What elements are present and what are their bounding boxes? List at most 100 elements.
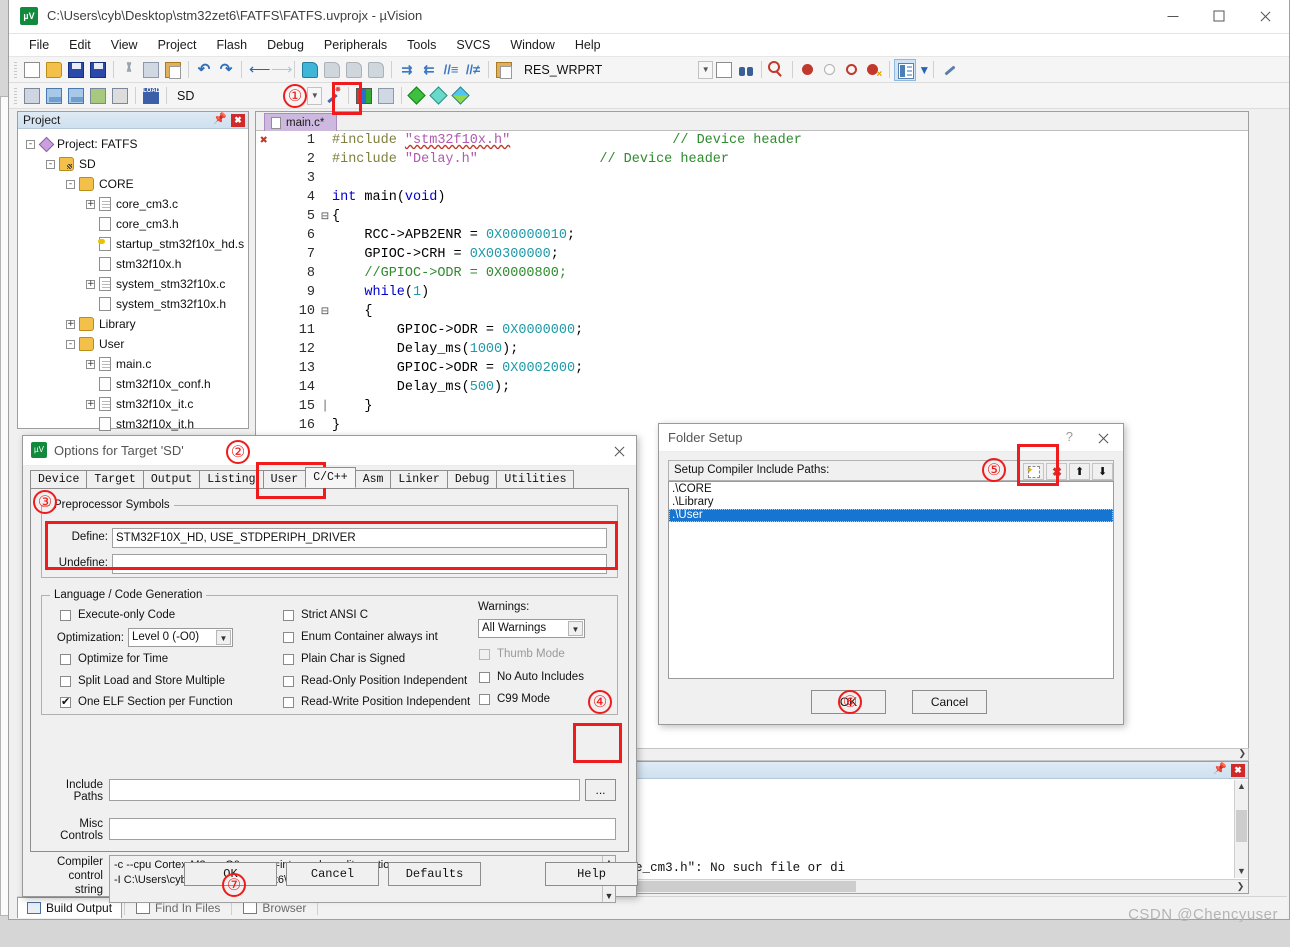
bookmark-next-icon[interactable] <box>343 59 365 81</box>
menu-debug[interactable]: Debug <box>257 36 314 54</box>
menu-svcs[interactable]: SVCS <box>446 36 500 54</box>
multi-project-icon[interactable] <box>375 85 397 107</box>
expand-icon[interactable]: + <box>86 279 95 289</box>
navigate-forward-icon[interactable]: ⟶ <box>268 59 293 81</box>
find-in-files-icon[interactable] <box>493 59 515 81</box>
close-icon[interactable]: ✖ <box>1231 764 1245 777</box>
tab-build-output[interactable]: Build Output <box>17 897 123 918</box>
collapse-icon[interactable]: - <box>66 179 75 189</box>
menu-flash[interactable]: Flash <box>206 36 257 54</box>
include-paths-list[interactable]: .\CORE .\Library .\User <box>668 481 1114 679</box>
folder-setup-cancel-button[interactable]: Cancel <box>912 690 987 714</box>
include-path-row[interactable]: .\CORE <box>669 483 1113 496</box>
scroll-down-arrow[interactable]: ▼ <box>1235 865 1248 878</box>
menu-file[interactable]: File <box>19 36 59 54</box>
include-paths-field[interactable] <box>109 779 580 801</box>
include-path-row[interactable]: .\Library <box>669 496 1113 509</box>
minimize-button[interactable] <box>1150 0 1196 32</box>
redo-icon[interactable]: ↷ <box>215 59 237 81</box>
new-file-icon[interactable] <box>21 59 43 81</box>
pack-installer-icon[interactable] <box>406 85 428 107</box>
checkbox-execute-only-code[interactable] <box>60 610 71 621</box>
breakpoint-icon[interactable] <box>797 59 819 81</box>
breakpoint-toggle-icon[interactable] <box>841 59 863 81</box>
target-selector-value[interactable]: SD <box>177 89 194 103</box>
fold-collapse-icon[interactable]: ⊟ <box>318 207 332 226</box>
tree-item-core-cm3-c[interactable]: + core_cm3.c <box>18 194 248 214</box>
options-help-button[interactable]: Help <box>545 862 638 886</box>
search-value[interactable]: RES_WRPRT <box>524 63 602 77</box>
include-paths-browse-button[interactable]: ... <box>585 779 616 801</box>
move-down-button[interactable]: ⬇ <box>1092 463 1113 480</box>
maximize-button[interactable] <box>1196 0 1242 32</box>
tree-item-sd[interactable]: - SD <box>18 154 248 174</box>
tab-listing[interactable]: Listing <box>199 470 264 488</box>
checkbox-one-elf-section[interactable] <box>60 695 71 708</box>
build-icon[interactable] <box>43 85 65 107</box>
tab-user[interactable]: User <box>262 470 307 488</box>
tab-debug[interactable]: Debug <box>446 470 498 488</box>
batch-build-icon[interactable] <box>87 85 109 107</box>
tree-item-project-fatfs[interactable]: - Project: FATFS <box>18 134 248 154</box>
tab-target[interactable]: Target <box>86 470 144 488</box>
indent-icon[interactable]: ⇉ <box>396 59 418 81</box>
undefine-field[interactable] <box>112 554 607 574</box>
tree-item-user[interactable]: - User <box>18 334 248 354</box>
search-dropdown-icon[interactable]: ▼ <box>698 60 714 79</box>
rebuild-icon[interactable] <box>65 85 87 107</box>
chevron-down-icon[interactable]: ▼ <box>568 621 583 636</box>
target-dropdown-icon[interactable]: ▼ <box>307 86 323 105</box>
optimization-select[interactable]: Level 0 (-O0) ▼ <box>128 628 233 647</box>
expand-icon[interactable]: + <box>66 319 75 329</box>
translate-icon[interactable] <box>21 85 43 107</box>
warnings-select[interactable]: All Warnings ▼ <box>478 619 585 638</box>
checkbox-strict-ansi-c[interactable] <box>283 610 294 621</box>
copy-icon[interactable] <box>140 59 162 81</box>
build-vertical-scrollbar[interactable]: ▲ ▼ <box>1234 780 1248 878</box>
tree-item-system-stm32f10x-h[interactable]: system_stm32f10x.h <box>18 294 248 314</box>
comment-icon[interactable]: //≡ <box>440 59 462 81</box>
expand-icon[interactable]: + <box>86 359 95 369</box>
tree-item-system-stm32f10x-c[interactable]: + system_stm32f10x.c <box>18 274 248 294</box>
layout-dropdown-icon[interactable]: ▼ <box>916 59 930 81</box>
fold-collapse-icon[interactable]: ⊟ <box>318 302 332 321</box>
menu-window[interactable]: Window <box>500 36 564 54</box>
bookmark-prev-icon[interactable] <box>321 59 343 81</box>
outdent-icon[interactable]: ⇇ <box>418 59 440 81</box>
chevron-down-icon[interactable]: ▼ <box>216 630 231 645</box>
scroll-down-arrow[interactable]: ▼ <box>603 890 615 902</box>
scroll-right-arrow[interactable]: ❯ <box>1238 748 1246 759</box>
collapse-icon[interactable]: - <box>66 339 75 349</box>
expand-icon[interactable]: + <box>86 199 95 209</box>
pin-icon[interactable]: 📌 <box>1213 763 1227 776</box>
uncomment-icon[interactable]: //≠ <box>462 59 484 81</box>
include-path-row[interactable]: .\User <box>669 509 1113 522</box>
navigate-back-icon[interactable]: ⟵ <box>246 59 271 81</box>
download-icon[interactable]: LOAD <box>140 85 162 107</box>
help-icon[interactable]: ? <box>1066 429 1073 444</box>
tab-main-c[interactable]: main.c* <box>264 113 338 131</box>
scroll-right-arrow[interactable]: ❯ <box>1234 880 1247 893</box>
pack-multi-icon[interactable] <box>450 85 472 107</box>
browse-symbol-icon[interactable] <box>713 59 735 81</box>
menu-peripherals[interactable]: Peripherals <box>314 36 397 54</box>
tree-item-main-c[interactable]: + main.c <box>18 354 248 374</box>
tree-item-stm32f10x-it-h[interactable]: stm32f10x_it.h <box>18 414 248 434</box>
misc-controls-field[interactable] <box>109 818 616 840</box>
scroll-up-arrow[interactable]: ▲ <box>1235 780 1248 793</box>
manage-components-icon[interactable] <box>353 85 375 107</box>
toolbar-grip[interactable] <box>14 61 17 78</box>
checkbox-rw-position-independent[interactable] <box>283 697 294 708</box>
save-all-icon[interactable] <box>87 59 109 81</box>
cut-icon[interactable] <box>118 59 140 81</box>
move-up-button[interactable]: ⬆ <box>1069 463 1090 480</box>
paste-icon[interactable] <box>162 59 184 81</box>
target-options-wizard-icon[interactable] <box>322 85 344 107</box>
expand-icon[interactable]: + <box>86 399 95 409</box>
configuration-wrench-icon[interactable] <box>938 59 960 81</box>
menu-edit[interactable]: Edit <box>59 36 101 54</box>
undo-icon[interactable]: ↶ <box>193 59 215 81</box>
find-binoculars-icon[interactable] <box>735 59 757 81</box>
collapse-icon[interactable]: - <box>46 159 55 169</box>
scroll-thumb[interactable] <box>1236 810 1247 842</box>
